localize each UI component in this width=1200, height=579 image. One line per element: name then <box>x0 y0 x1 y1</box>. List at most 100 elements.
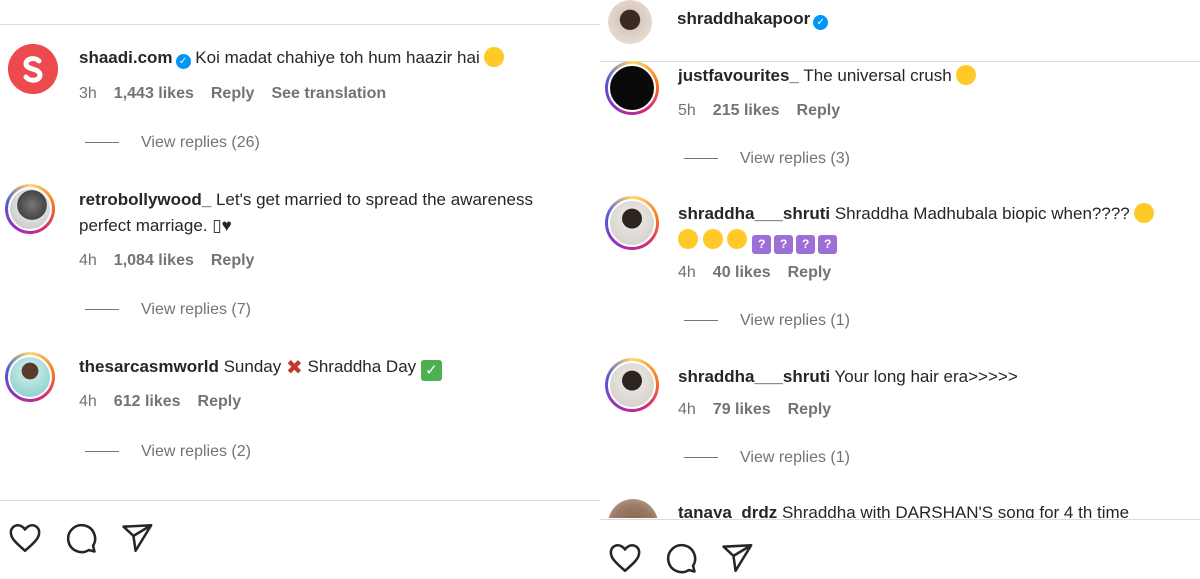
see-translation-button[interactable]: See translation <box>271 85 386 102</box>
comment-meta: 4h 79 likes Reply <box>678 401 848 419</box>
avatar-retrobollywood[interactable] <box>5 184 55 234</box>
verified-icon: ✓ <box>175 54 191 69</box>
replies-dash <box>85 451 119 453</box>
comment-body: Shraddha Madhubala biopic when???? <box>834 204 1130 223</box>
comment-meta: 5h 215 likes Reply <box>678 102 857 120</box>
avatar-image <box>608 199 656 247</box>
post-actions <box>8 521 154 555</box>
likes-count[interactable]: 1,084 likes <box>114 252 194 269</box>
comment-username[interactable]: thesarcasmworld <box>79 357 219 376</box>
verified-icon: ✓ <box>813 15 829 30</box>
comment-1: shaadi.com ✓ Koi madat chahiye toh hum ha… <box>79 45 505 71</box>
view-replies-button[interactable]: View replies (7) <box>85 301 251 319</box>
symbol-box-emoji-icon: ? <box>796 235 816 254</box>
likes-count[interactable]: 79 likes <box>713 401 771 418</box>
avatar-tanaya[interactable] <box>608 499 658 518</box>
comment-meta: 3h 1,443 likes Reply See translation <box>79 85 403 103</box>
comment-time: 4h <box>678 264 696 281</box>
likes-count[interactable]: 1,443 likes <box>114 85 194 102</box>
comment-username[interactable]: tanaya_drdz <box>678 503 777 518</box>
replies-dash <box>684 320 718 322</box>
comment-username[interactable]: justfavourites_ <box>678 66 799 85</box>
avatar-image <box>608 361 656 409</box>
avatar-shraddha-shruti[interactable] <box>605 196 659 250</box>
heart-icon[interactable] <box>8 521 42 555</box>
avatar-thesarcasmworld[interactable] <box>5 352 55 402</box>
crying-face-emoji-icon <box>678 229 698 249</box>
r-comment-2: shraddha___shruti Shraddha Madhubala bio… <box>678 201 1155 254</box>
cross-mark-icon: ✖ <box>285 357 303 379</box>
comment-body: Koi madat chahiye toh hum haazir hai <box>195 48 480 67</box>
view-replies-button[interactable]: View replies (1) <box>684 449 850 467</box>
comment-body-a: Sunday <box>223 357 282 376</box>
replies-dash <box>85 309 119 311</box>
crying-face-emoji-icon <box>702 229 723 249</box>
reply-button[interactable]: Reply <box>788 264 832 281</box>
reply-button[interactable]: Reply <box>797 102 841 119</box>
reply-button[interactable]: Reply <box>198 393 242 410</box>
likes-count[interactable]: 215 likes <box>713 102 780 119</box>
avatar-justfavourites[interactable] <box>605 61 659 115</box>
comment-body: Shraddha with DARSHAN'S song for 4 th ti… <box>781 503 1130 518</box>
likes-count[interactable]: 40 likes <box>713 264 771 281</box>
r-comment-3: shraddha___shruti Your long hair era>>>>… <box>678 364 1018 390</box>
comment-meta: 4h 40 likes Reply <box>678 264 848 282</box>
replies-dash <box>85 142 119 144</box>
likes-count[interactable]: 612 likes <box>114 393 181 410</box>
comment-body: The universal crush <box>803 66 952 85</box>
symbol-box-emoji-icon: ? <box>774 235 794 254</box>
comment-username[interactable]: shaadi.com <box>79 48 173 67</box>
star-struck-emoji-icon <box>484 47 505 67</box>
comment-2: retrobollywood_ Let's get married to spr… <box>79 187 533 239</box>
r-comment-4: tanaya_drdz Shraddha with DARSHAN'S song… <box>678 500 1129 518</box>
view-replies-label: View replies (26) <box>141 134 260 151</box>
comment-body-b: Shraddha Day <box>307 357 417 376</box>
view-replies-label: View replies (1) <box>740 312 850 329</box>
shaadi-logo-icon <box>8 44 58 94</box>
crying-face-emoji-icon <box>1134 203 1155 223</box>
view-replies-label: View replies (7) <box>141 301 251 318</box>
header-username[interactable]: shraddhakapoor ✓ <box>677 9 829 30</box>
view-replies-label: View replies (3) <box>740 150 850 167</box>
share-icon[interactable] <box>120 521 154 555</box>
comment-username[interactable]: shraddha___shruti <box>678 204 830 223</box>
avatar-shraddha-shruti[interactable] <box>605 358 659 412</box>
replies-dash <box>684 457 718 459</box>
comment-body-line1: Let's get married to spread the awarenes… <box>215 190 533 209</box>
comment-time: 4h <box>678 401 696 418</box>
symbol-box-emoji-icon: ? <box>818 235 838 254</box>
comment-time: 4h <box>79 252 97 269</box>
replies-dash <box>684 158 718 160</box>
share-icon[interactable] <box>720 541 754 575</box>
avatar-image <box>608 64 656 112</box>
avatar-image <box>8 355 52 399</box>
post-actions <box>608 541 754 575</box>
comment-username[interactable]: retrobollywood_ <box>79 190 211 209</box>
comment-icon[interactable] <box>664 541 698 575</box>
left-comments-panel: shaadi.com ✓ Koi madat chahiye toh hum ha… <box>0 0 600 579</box>
view-replies-button[interactable]: View replies (2) <box>85 443 251 461</box>
divider <box>600 519 1200 520</box>
comment-time: 3h <box>79 85 97 102</box>
header-avatar[interactable] <box>608 0 652 44</box>
avatar-shaadi[interactable] <box>8 44 58 94</box>
divider <box>0 24 600 25</box>
view-replies-button[interactable]: View replies (1) <box>684 312 850 330</box>
r-comment-4-clip: tanaya_drdz Shraddha with DARSHAN'S song… <box>600 496 1200 518</box>
comment-username[interactable]: shraddha___shruti <box>678 367 830 386</box>
r-comment-1: justfavourites_ The universal crush <box>678 63 977 89</box>
heart-icon[interactable] <box>608 541 642 575</box>
comment-time: 5h <box>678 102 696 119</box>
comment-icon[interactable] <box>64 521 98 555</box>
comment-meta: 4h 612 likes Reply <box>79 393 258 411</box>
reply-button[interactable]: Reply <box>788 401 832 418</box>
avatar-image <box>8 187 52 231</box>
star-struck-emoji-icon <box>956 65 977 85</box>
symbol-box-emoji-icon: ? <box>752 235 772 254</box>
reply-button[interactable]: Reply <box>211 85 255 102</box>
comment-3: thesarcasmworld Sunday ✖ Shraddha Day ✓ <box>79 354 442 381</box>
reply-button[interactable]: Reply <box>211 252 255 269</box>
view-replies-button[interactable]: View replies (3) <box>684 150 850 168</box>
view-replies-button[interactable]: View replies (26) <box>85 134 260 152</box>
crying-face-emoji-icon <box>727 229 748 249</box>
